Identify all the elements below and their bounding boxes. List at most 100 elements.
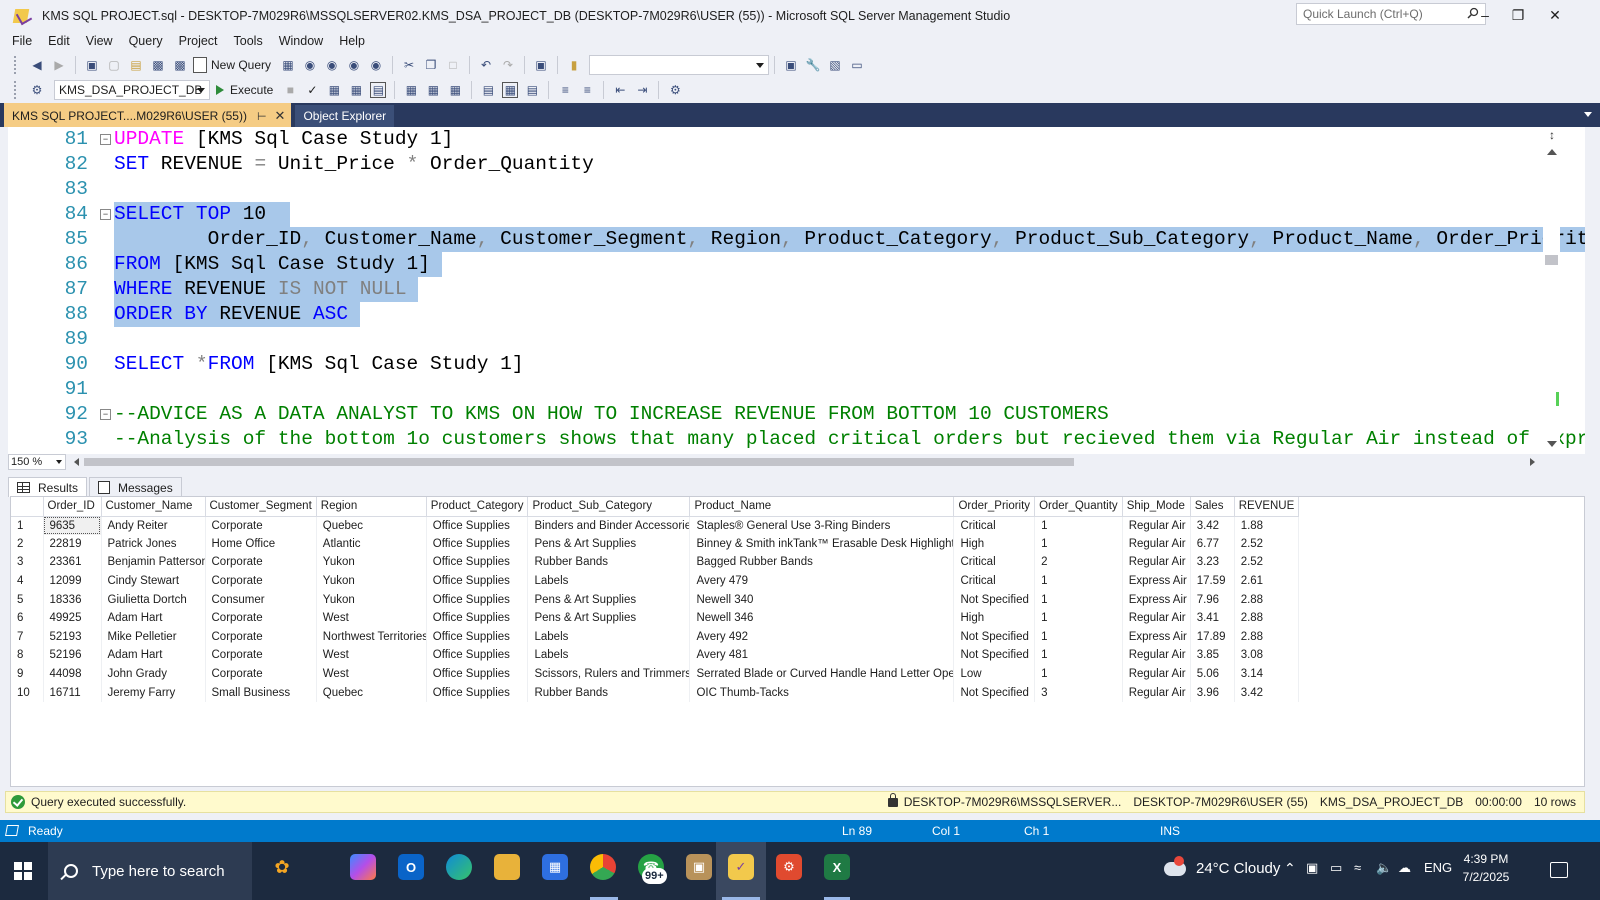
code-line[interactable]: 89 <box>8 327 1568 352</box>
collapse-icon[interactable]: − <box>100 209 111 220</box>
table-cell[interactable]: 12099 <box>43 571 102 591</box>
code-line[interactable]: 85 Order_ID, Customer_Name, Customer_Seg… <box>8 227 1585 252</box>
table-cell[interactable]: Office Supplies <box>426 534 529 554</box>
table-cell[interactable]: Critical <box>953 516 1036 535</box>
table-cell[interactable]: Regular Air <box>1122 664 1191 684</box>
row-number[interactable]: 7 <box>11 627 44 647</box>
column-header[interactable]: Product_Name <box>689 497 955 517</box>
scroll-left-icon[interactable] <box>74 458 79 466</box>
table-cell[interactable]: Pens & Art Supplies <box>527 608 691 628</box>
menu-edit[interactable]: Edit <box>40 34 78 48</box>
client-statistics-icon[interactable]: ▦ <box>447 82 463 98</box>
results-to-file-icon[interactable]: ▤ <box>524 82 540 98</box>
table-cell[interactable]: Office Supplies <box>426 590 529 609</box>
table-cell[interactable]: Newell 340 <box>689 590 955 609</box>
table-cell[interactable]: 49925 <box>43 608 102 628</box>
table-cell[interactable]: Adam Hart <box>101 646 206 665</box>
include-actual-plan-icon[interactable]: ▦ <box>403 82 419 98</box>
scroll-up-icon[interactable] <box>1547 149 1557 155</box>
table-cell[interactable]: Home Office <box>205 534 317 554</box>
solution-explorer-icon[interactable]: ▣ <box>783 57 799 73</box>
microsoft-store-icon[interactable]: ▦ <box>542 854 568 880</box>
table-cell[interactable]: 18336 <box>43 590 102 609</box>
column-header[interactable]: Order_Priority <box>953 497 1036 517</box>
table-cell[interactable]: Yukon <box>316 553 427 572</box>
uncomment-icon[interactable]: ≡ <box>579 82 595 98</box>
toolbar-grip[interactable] <box>14 56 20 74</box>
table-cell[interactable]: Binney & Smith inkTank™ Erasable Desk Hi… <box>689 534 955 554</box>
row-number[interactable]: 3 <box>11 553 44 572</box>
code-line[interactable]: 93 --Analysis of the bottom 1o customers … <box>8 427 1585 452</box>
table-cell[interactable]: Bagged Rubber Bands <box>689 553 955 572</box>
table-cell[interactable]: Critical <box>953 571 1036 591</box>
table-cell[interactable]: Giulietta Dortch <box>101 590 206 609</box>
table-cell[interactable]: High <box>953 534 1036 554</box>
save-icon[interactable]: ▩ <box>150 57 166 73</box>
table-cell[interactable]: Scissors, Rulers and Trimmers <box>527 664 691 684</box>
table-cell[interactable]: Consumer <box>205 590 317 609</box>
table-cell[interactable]: Corporate <box>205 627 317 647</box>
column-header[interactable]: Product_Category <box>426 497 529 517</box>
execute-button[interactable]: Execute <box>216 83 273 97</box>
table-row[interactable]: 9 44098 John Grady Corporate West Office Supp… <box>11 664 1300 684</box>
menu-query[interactable]: Query <box>121 34 171 48</box>
fish-widget-icon[interactable]: ✿ <box>262 854 302 880</box>
table-cell[interactable]: Corporate <box>205 553 317 572</box>
table-cell[interactable]: Newell 346 <box>689 608 955 628</box>
wifi-icon[interactable]: ≈ <box>1354 860 1361 875</box>
table-cell[interactable]: 1 <box>1034 664 1123 684</box>
table-cell[interactable]: 52193 <box>43 627 102 647</box>
code-line[interactable]: 82 SET REVENUE = Unit_Price * Order_Quant… <box>8 152 1568 177</box>
row-number[interactable]: 4 <box>11 571 44 591</box>
table-cell[interactable]: Adam Hart <box>101 608 206 628</box>
table-cell[interactable]: Staples® General Use 3-Ring Binders <box>689 516 955 535</box>
table-cell[interactable]: Corporate <box>205 571 317 591</box>
table-cell[interactable]: Not Specified <box>953 627 1036 647</box>
decrease-indent-icon[interactable]: ⇤ <box>612 82 628 98</box>
tab-kms-sql-project[interactable]: KMS SQL PROJECT....M029R6\USER (55)) ⊢ ✕ <box>4 103 292 127</box>
edge-icon[interactable] <box>446 854 472 880</box>
table-cell[interactable]: High <box>953 608 1036 628</box>
table-cell[interactable]: 9635 <box>43 516 102 535</box>
chrome-icon[interactable] <box>590 854 616 880</box>
table-cell[interactable]: 2.88 <box>1234 627 1300 647</box>
archive-app-icon[interactable]: ▣ <box>686 854 712 880</box>
row-number[interactable]: 6 <box>11 608 44 628</box>
taskbar-search[interactable]: Type here to search <box>48 842 252 900</box>
table-cell[interactable]: Critical <box>953 553 1036 572</box>
column-header[interactable]: Sales <box>1190 497 1235 517</box>
menu-project[interactable]: Project <box>171 34 226 48</box>
table-cell[interactable]: 1 <box>1034 516 1123 535</box>
taskbar-clock[interactable]: 4:39 PM 7/2/2025 <box>1448 850 1524 886</box>
table-cell[interactable]: Cindy Stewart <box>101 571 206 591</box>
table-cell[interactable]: Low <box>953 664 1036 684</box>
onedrive-icon[interactable]: ☁ <box>1398 860 1411 876</box>
display-icon[interactable]: ▭ <box>1330 860 1342 876</box>
collapse-icon[interactable]: − <box>100 134 111 145</box>
comment-out-icon[interactable]: ≡ <box>557 82 573 98</box>
table-cell[interactable]: Avery 479 <box>689 571 955 591</box>
menu-file[interactable]: File <box>4 34 40 48</box>
dmx-query-icon[interactable]: ◉ <box>324 57 340 73</box>
row-header-corner[interactable] <box>11 497 44 517</box>
live-query-statistics-icon[interactable]: ▦ <box>425 82 441 98</box>
minimize-button[interactable]: – <box>1470 4 1500 26</box>
collapse-icon[interactable]: − <box>100 409 111 420</box>
table-cell[interactable]: 17.59 <box>1190 571 1235 591</box>
row-number[interactable]: 10 <box>11 683 44 702</box>
table-cell[interactable]: 5.06 <box>1190 664 1235 684</box>
table-row[interactable]: 2 22819 Patrick Jones Home Office Atlantic Of… <box>11 534 1300 554</box>
table-row[interactable]: 3 23361 Benjamin Patterson Corporate Yukon Of… <box>11 553 1300 572</box>
table-cell[interactable]: 2 <box>1034 553 1123 572</box>
tab-overflow-icon[interactable] <box>1584 112 1592 117</box>
table-cell[interactable]: 1 <box>1034 608 1123 628</box>
table-cell[interactable]: Office Supplies <box>426 553 529 572</box>
table-cell[interactable]: 2.88 <box>1234 590 1300 609</box>
row-number[interactable]: 1 <box>11 516 44 535</box>
table-row[interactable]: 8 52196 Adam Hart Corporate West Office Suppl… <box>11 646 1300 665</box>
table-cell[interactable]: Office Supplies <box>426 627 529 647</box>
table-cell[interactable]: 44098 <box>43 664 102 684</box>
table-cell[interactable]: Regular Air <box>1122 646 1191 665</box>
table-cell[interactable]: Pens & Art Supplies <box>527 590 691 609</box>
table-cell[interactable]: Not Specified <box>953 590 1036 609</box>
